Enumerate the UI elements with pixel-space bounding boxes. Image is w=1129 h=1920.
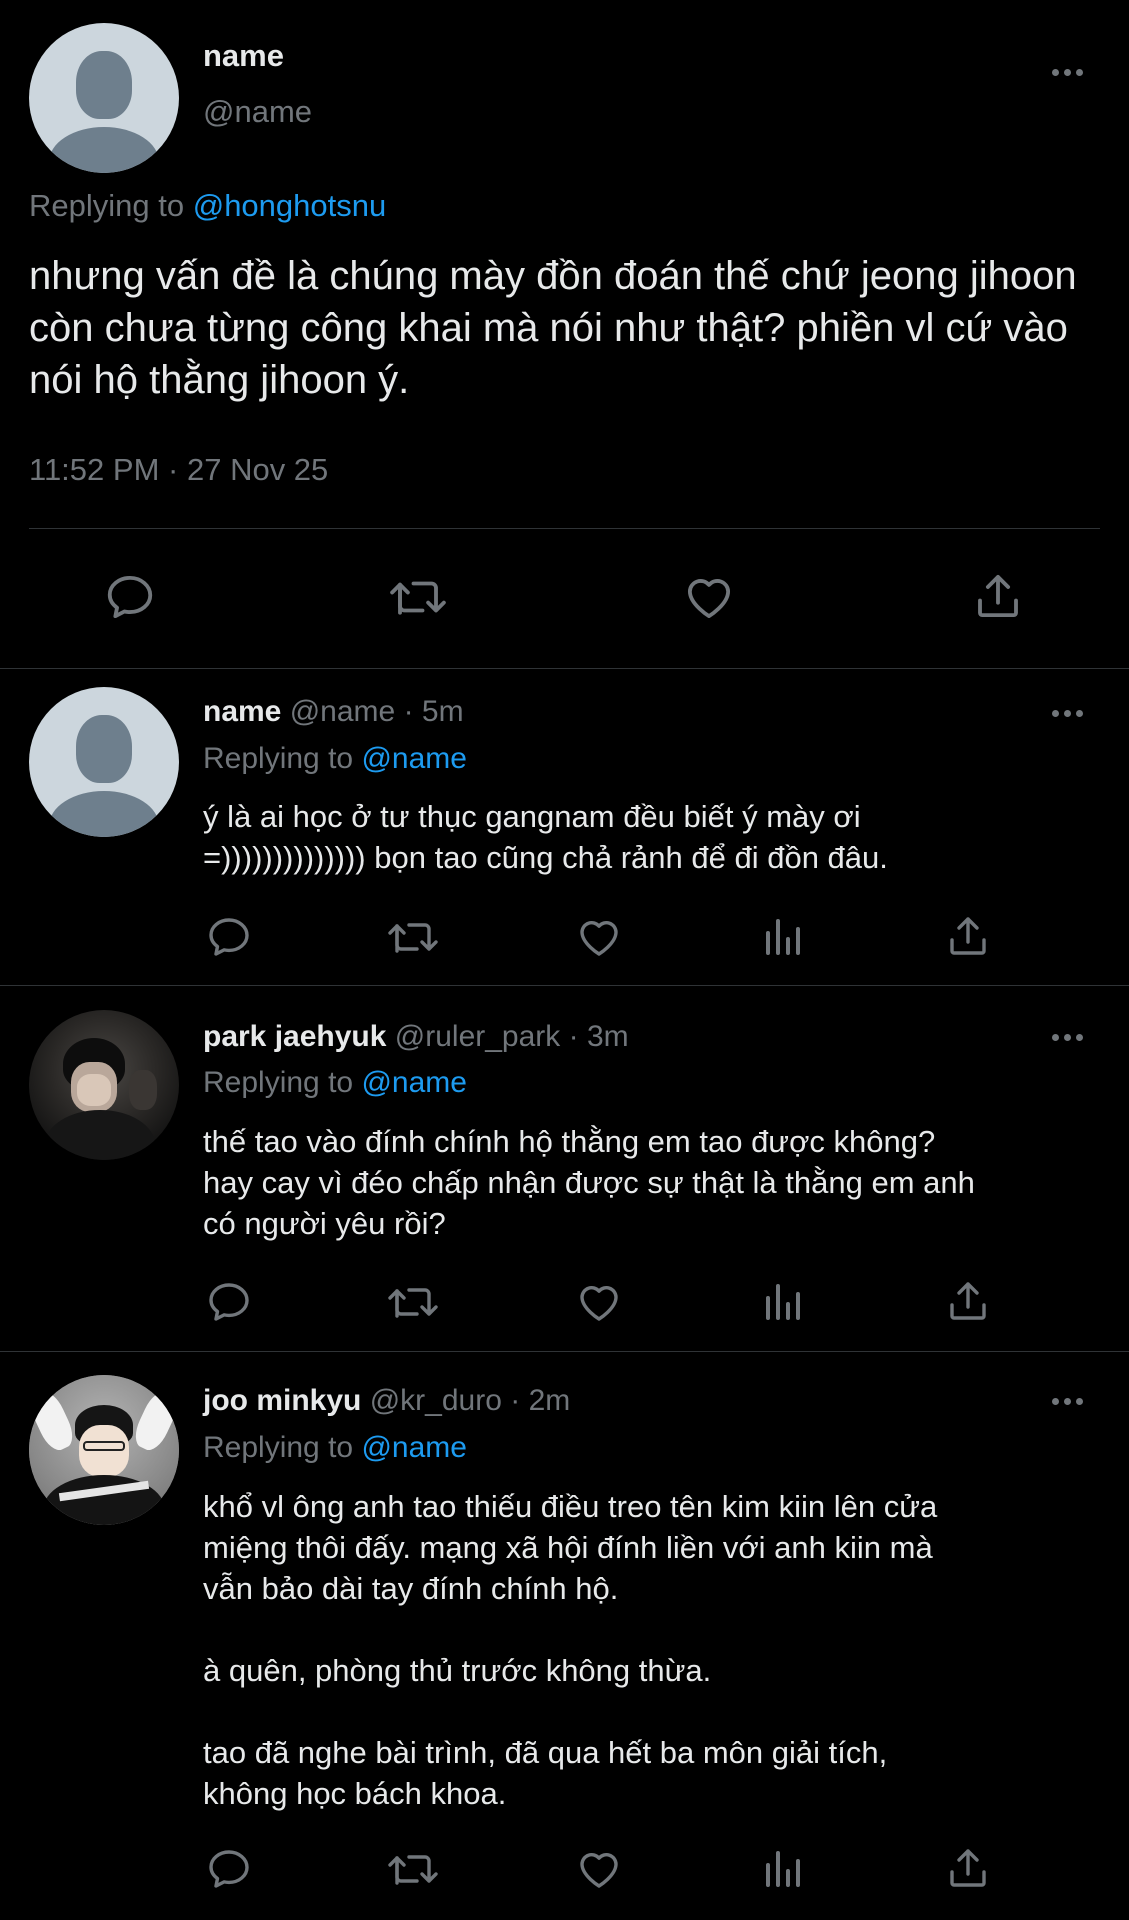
replying-to: Replying to @name xyxy=(203,1066,467,1100)
reply-header: park jaehyuk @ruler_park · 3m xyxy=(203,1020,629,1054)
reply-text: thế tao vào đính chính hộ thằng em tao đ… xyxy=(203,1124,975,1241)
reply-icon[interactable] xyxy=(103,570,157,624)
heart-icon[interactable] xyxy=(574,913,624,961)
share-icon[interactable] xyxy=(944,1276,992,1326)
replying-handle[interactable]: @name xyxy=(361,1066,467,1099)
reply-time[interactable]: 2m xyxy=(529,1384,571,1417)
reply-icon[interactable] xyxy=(205,913,253,961)
tweet-timestamp[interactable]: 11:52 PM · 27 Nov 25 xyxy=(29,452,328,488)
replying-to: Replying to @honghotsnu xyxy=(29,188,386,224)
divider xyxy=(29,528,1100,529)
author-handle[interactable]: @kr_duro xyxy=(370,1384,502,1417)
separator: · xyxy=(168,452,179,487)
author-handle[interactable]: @name xyxy=(290,695,396,728)
share-icon[interactable] xyxy=(944,911,992,961)
tweet-date: 27 Nov 25 xyxy=(186,452,329,487)
replying-handle[interactable]: @name xyxy=(361,1431,467,1464)
author-display-name[interactable]: name xyxy=(203,38,284,74)
replying-prefix: Replying to xyxy=(203,742,354,775)
reply-header: name @name · 5m xyxy=(203,695,464,729)
reply-icon[interactable] xyxy=(205,1278,253,1326)
retweet-icon[interactable] xyxy=(388,570,448,624)
reply-text: ý là ai học ở tư thục gangnam đều biết ý… xyxy=(203,799,888,875)
divider xyxy=(0,668,1129,669)
divider xyxy=(0,1351,1129,1352)
divider xyxy=(0,985,1129,986)
retweet-icon[interactable] xyxy=(386,913,440,961)
views-icon[interactable] xyxy=(760,1278,808,1326)
author-display-name[interactable]: park jaehyuk xyxy=(203,1020,386,1053)
author-handle[interactable]: @ruler_park xyxy=(395,1020,561,1053)
reply-time[interactable]: 5m xyxy=(422,695,464,728)
reply-icon[interactable] xyxy=(205,1845,253,1893)
avatar[interactable] xyxy=(29,1375,179,1525)
replying-handle[interactable]: @honghotsnu xyxy=(193,188,387,223)
reply-header: joo minkyu @kr_duro · 2m xyxy=(203,1384,570,1418)
heart-icon[interactable] xyxy=(681,570,737,624)
tweet-time: 11:52 PM xyxy=(29,452,160,487)
heart-icon[interactable] xyxy=(574,1845,624,1893)
author-display-name[interactable]: joo minkyu xyxy=(203,1384,361,1417)
replying-prefix: Replying to xyxy=(29,188,185,223)
replying-prefix: Replying to xyxy=(203,1066,354,1099)
reply-text: khổ vl ông anh tao thiếu điều treo tên k… xyxy=(203,1489,938,1811)
share-icon[interactable] xyxy=(944,1843,992,1893)
separator: · xyxy=(510,1384,521,1417)
more-icon[interactable] xyxy=(1052,1034,1083,1041)
author-display-name[interactable]: name xyxy=(203,695,281,728)
views-icon[interactable] xyxy=(760,913,808,961)
author-handle[interactable]: @name xyxy=(203,94,312,130)
views-icon[interactable] xyxy=(760,1845,808,1893)
more-icon[interactable] xyxy=(1052,69,1083,76)
replying-prefix: Replying to xyxy=(203,1431,354,1464)
replying-to: Replying to @name xyxy=(203,1431,467,1465)
avatar[interactable] xyxy=(29,23,179,173)
heart-icon[interactable] xyxy=(574,1278,624,1326)
share-icon[interactable] xyxy=(971,568,1025,624)
tweet-text: nhưng vấn đề là chúng mày đồn đoán thế c… xyxy=(29,254,1077,402)
avatar[interactable] xyxy=(29,1010,179,1160)
more-icon[interactable] xyxy=(1052,1398,1083,1405)
replying-handle[interactable]: @name xyxy=(361,742,467,775)
replying-to: Replying to @name xyxy=(203,742,467,776)
more-icon[interactable] xyxy=(1052,710,1083,717)
separator: · xyxy=(568,1020,579,1053)
retweet-icon[interactable] xyxy=(386,1845,440,1893)
reply-time[interactable]: 3m xyxy=(587,1020,629,1053)
avatar[interactable] xyxy=(29,687,179,837)
retweet-icon[interactable] xyxy=(386,1278,440,1326)
separator: · xyxy=(403,695,414,728)
